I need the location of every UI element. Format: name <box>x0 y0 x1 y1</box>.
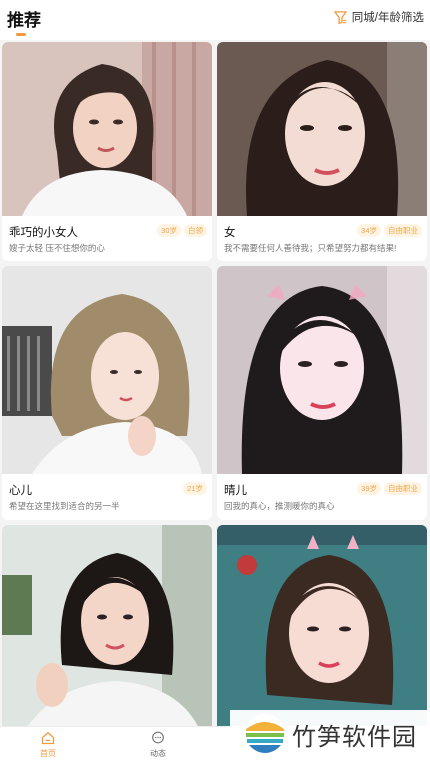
profile-name: 女 <box>224 227 236 239</box>
tab-moments-label: 动态 <box>150 749 166 758</box>
top-header: 推荐 同城/年龄筛选 <box>0 0 430 40</box>
filter-label: 同城/年龄筛选 <box>351 12 424 24</box>
age-tag: 21岁 <box>183 482 207 495</box>
bamboo-logo <box>245 714 285 754</box>
job-tag: 自由职业 <box>384 224 422 237</box>
profile-photo <box>2 42 212 216</box>
filter-icon <box>334 10 347 24</box>
profile-photo <box>217 42 427 216</box>
home-icon <box>41 732 55 745</box>
job-tag: 自由职业 <box>384 482 422 495</box>
watermark-text: 竹笋软件园 <box>292 723 417 751</box>
profile-photo <box>2 266 212 474</box>
tab-moments[interactable]: 动态 <box>133 731 183 759</box>
profile-name: 乖巧的小女人 <box>9 227 78 239</box>
profile-photo <box>2 525 212 726</box>
chat-bubble-icon <box>152 731 164 744</box>
tab-home[interactable]: 首页 <box>23 731 73 759</box>
profile-card[interactable]: 乖巧的小女人 30岁 白领 嫂子太轻 压不住想你的心 <box>2 42 212 261</box>
profile-card[interactable]: 女 34岁 自由职业 我不需要任何人善待我；只希望努力都有结果! <box>217 42 427 261</box>
recommend-grid: 乖巧的小女人 30岁 白领 嫂子太轻 压不住想你的心 女 34岁 自由职业 我不… <box>0 40 430 726</box>
job-tag: 白领 <box>184 224 207 237</box>
watermark: 竹笋软件园 <box>230 710 430 758</box>
profile-name: 晴儿 <box>224 485 247 497</box>
age-tag: 30岁 <box>157 224 181 237</box>
profile-photo <box>217 266 427 474</box>
page-title: 推荐 <box>7 11 41 30</box>
tab-home-label: 首页 <box>40 749 56 758</box>
profile-card[interactable]: 晴儿 39岁 自由职业 回我的真心，推测暖你的真心 <box>217 266 427 520</box>
profile-card[interactable] <box>217 525 427 726</box>
profile-bio: 回我的真心，推测暖你的真心 <box>224 501 335 511</box>
profile-name: 心儿 <box>9 485 32 497</box>
profile-bio: 嫂子太轻 压不住想你的心 <box>9 243 105 253</box>
profile-card[interactable] <box>2 525 212 726</box>
age-tag: 34岁 <box>357 224 381 237</box>
age-tag: 39岁 <box>357 482 381 495</box>
profile-bio: 希望在这里找到适合的另一半 <box>9 501 120 511</box>
profile-photo <box>217 525 427 726</box>
profile-card[interactable]: 心儿 21岁 希望在这里找到适合的另一半 <box>2 266 212 520</box>
filter-button[interactable]: 同城/年龄筛选 <box>333 9 424 25</box>
title-underline <box>16 33 26 36</box>
profile-bio: 我不需要任何人善待我；只希望努力都有结果! <box>224 243 397 253</box>
